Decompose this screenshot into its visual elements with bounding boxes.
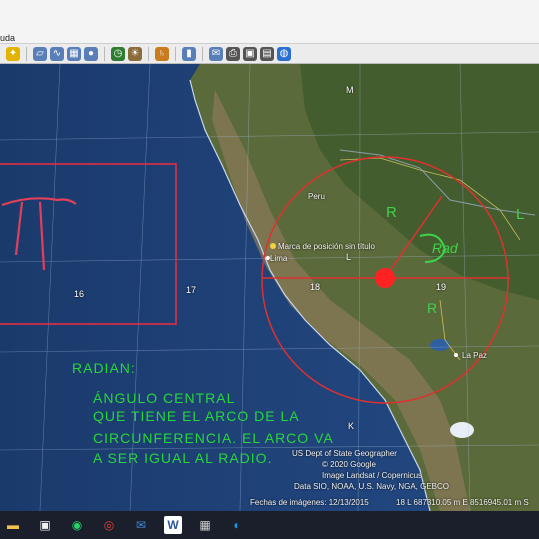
save-image-icon[interactable]: ▣ — [243, 46, 257, 61]
add-path-icon[interactable]: ∿ — [50, 46, 64, 61]
historical-imagery-icon[interactable]: ◷ — [111, 46, 125, 61]
handwritten-r-top: R — [386, 204, 397, 221]
attribution-line-3: Image Landsat / Copernicus — [322, 471, 423, 480]
whatsapp-icon[interactable]: ◉ — [68, 516, 86, 534]
map-view[interactable]: M Peru Marca de posición sin título Lima… — [0, 64, 539, 511]
toolbar-separator — [175, 46, 176, 61]
word-icon[interactable]: W — [164, 516, 182, 534]
la-paz-dot — [454, 353, 458, 357]
add-placemark-icon[interactable]: ✦ — [6, 46, 20, 61]
placemark-pin-icon[interactable] — [270, 243, 276, 249]
print-icon[interactable]: ⎙ — [226, 46, 240, 61]
chrome-icon[interactable]: ◎ — [100, 516, 118, 534]
label-placemark[interactable]: Marca de posición sin título — [278, 242, 375, 251]
label-lima: Lima — [270, 254, 288, 263]
add-polygon-icon[interactable]: ▱ — [33, 46, 47, 61]
cursor-coordinates: 18 L 687310.05 m E 8516945.01 m S — [396, 498, 529, 507]
annotation-line-4: A SER IGUAL AL RADIO. — [93, 450, 273, 466]
toolbar-separator — [202, 46, 203, 61]
edge-icon[interactable]: ◐ — [228, 516, 246, 534]
lake-titicaca — [430, 339, 450, 351]
sunlight-icon[interactable]: ☀ — [128, 46, 142, 61]
attribution-line-1: US Dept of State Geographer — [292, 449, 397, 458]
store-icon[interactable]: ▣ — [36, 516, 54, 534]
handwritten-rad: Rad — [432, 240, 458, 256]
label-la-paz: La Paz — [462, 351, 487, 360]
center-point — [375, 268, 395, 288]
annotation-title: RADIAN: — [72, 360, 136, 376]
annotation-line-2: QUE TIENE EL ARCO DE LA — [93, 408, 300, 424]
label-zone-17: 17 — [186, 285, 197, 295]
earth-icon[interactable]: ◍ — [277, 46, 291, 61]
add-overlay-icon[interactable]: ▦ — [67, 46, 81, 61]
label-zone-16: 16 — [74, 289, 85, 299]
handwritten-l-right: L — [516, 206, 525, 223]
menu-help[interactable]: uda — [0, 33, 15, 43]
label-peru: Peru — [308, 192, 325, 201]
label-m: M — [346, 85, 354, 95]
taskbar: ▬ ▣ ◉ ◎ ✉ W ▦ ◐ — [0, 511, 539, 539]
label-zone-18: 18 — [310, 282, 321, 292]
annotation-line-3: CIRCUNFERENCIA. EL ARCO VA — [93, 430, 334, 446]
email-icon[interactable]: ✉ — [209, 46, 223, 61]
maps-icon[interactable]: ▤ — [260, 46, 274, 61]
mail-icon[interactable]: ✉ — [132, 516, 150, 534]
file-explorer-icon[interactable]: ▬ — [4, 516, 22, 534]
imagery-date: Fechas de imágenes: 12/13/2015 — [250, 498, 369, 507]
attribution-line-4: Data SIO, NOAA, U.S. Navy, NGA, GEBCO — [294, 482, 449, 491]
calculator-icon[interactable]: ▦ — [196, 516, 214, 534]
ruler-icon[interactable]: ▮ — [182, 46, 196, 61]
label-zone-19: 19 — [436, 282, 447, 292]
handwritten-r-bottom: R — [427, 300, 438, 316]
menu-bar: uda — [0, 0, 539, 44]
annotation-line-1: ÁNGULO CENTRAL — [93, 390, 236, 406]
toolbar-separator — [104, 46, 105, 61]
salt-flat — [450, 422, 474, 438]
toolbar-separator — [26, 46, 27, 61]
label-l: L — [346, 252, 352, 262]
attribution-line-2: © 2020 Google — [322, 460, 376, 469]
toolbar: ✦ ▱ ∿ ▦ ● ◷ ☀ ♄ ▮ ✉ ⎙ ▣ ▤ ◍ — [0, 44, 539, 64]
planets-icon[interactable]: ♄ — [155, 46, 169, 61]
label-k: K — [348, 421, 355, 431]
record-tour-icon[interactable]: ● — [84, 46, 98, 61]
toolbar-separator — [148, 46, 149, 61]
